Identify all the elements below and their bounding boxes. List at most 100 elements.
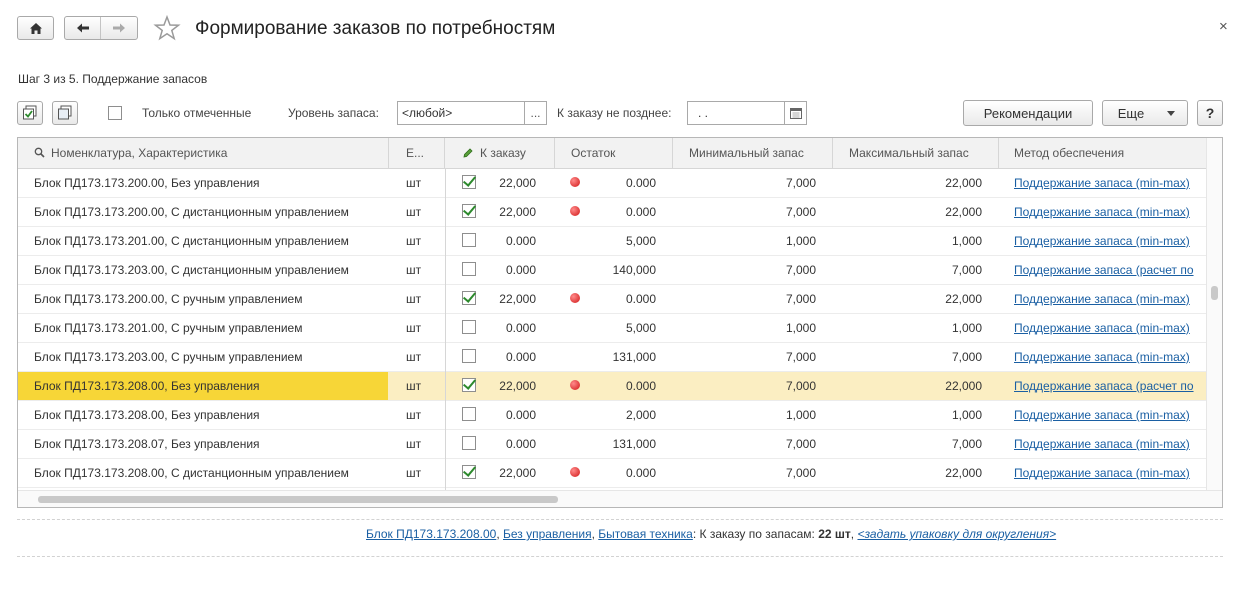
table-row[interactable]: Блок ПД173.173.208.07, Без управления шт 0…	[18, 430, 1206, 459]
column-header-remainder[interactable]: Остаток	[555, 138, 673, 168]
table-row[interactable]: Блок ПД173.173.203.00, С ручным управлен…	[18, 343, 1206, 372]
table-row[interactable]: Блок ПД173.173.201.00, С дистанционным у…	[18, 227, 1206, 256]
row-to-order[interactable]: 22,000	[482, 285, 536, 313]
row-to-order[interactable]: 0.000	[482, 314, 536, 342]
table-row[interactable]: Блок ПД173.173.208.00, С дистанционным у…	[18, 459, 1206, 488]
row-checkbox[interactable]	[462, 320, 476, 335]
horizontal-scroll-thumb[interactable]	[38, 496, 558, 503]
vertical-scroll-thumb[interactable]	[1211, 286, 1218, 300]
column-header-min-stock[interactable]: Минимальный запас	[673, 138, 833, 168]
column-header-unit[interactable]: Е...	[389, 138, 445, 168]
row-unit: шт	[406, 379, 422, 393]
row-checkbox[interactable]	[462, 465, 476, 480]
row-to-order[interactable]: 22,000	[482, 459, 536, 487]
row-checkbox-cell[interactable]	[462, 372, 482, 400]
row-max-stock: 22,000	[945, 176, 982, 190]
row-method-link[interactable]: Поддержание запаса (расчет по	[1014, 372, 1207, 400]
row-checkbox-cell[interactable]	[462, 343, 482, 371]
row-checkbox[interactable]	[462, 262, 476, 277]
row-method-link[interactable]: Поддержание запаса (расчет по	[1014, 256, 1207, 284]
row-method-link[interactable]: Поддержание запаса (min-max)	[1014, 285, 1207, 313]
help-button[interactable]: ?	[1197, 100, 1223, 126]
row-unit: шт	[406, 205, 422, 219]
row-checkbox-cell[interactable]	[462, 285, 482, 313]
needs-grid[interactable]: Номенклатура, Характеристика Е... К зака…	[17, 137, 1223, 508]
row-name: Блок ПД173.173.208.07, Без управления	[34, 437, 260, 451]
forward-button[interactable]	[101, 17, 137, 39]
row-checkbox[interactable]	[462, 407, 476, 422]
deadline-date-input[interactable]: . .	[687, 101, 785, 125]
row-to-order[interactable]: 22,000	[482, 372, 536, 400]
row-method-link[interactable]: Поддержание запаса (min-max)	[1014, 198, 1207, 226]
table-row[interactable]: Блок ПД173.173.203.00, С дистанционным у…	[18, 256, 1206, 285]
row-method-link[interactable]: Поддержание запаса (min-max)	[1014, 401, 1207, 429]
row-checkbox[interactable]	[462, 204, 476, 219]
calendar-button[interactable]	[785, 101, 807, 125]
row-checkbox[interactable]	[462, 436, 476, 451]
row-status-cell	[570, 169, 584, 197]
back-button[interactable]	[65, 17, 101, 39]
vertical-scrollbar[interactable]	[1206, 138, 1222, 490]
row-name: Блок ПД173.173.203.00, С дистанционным у…	[34, 263, 349, 277]
characteristic-link[interactable]: Без управления	[503, 527, 592, 541]
column-header-max-stock[interactable]: Максимальный запас	[833, 138, 999, 168]
row-status-cell	[570, 314, 584, 342]
row-checkbox-cell[interactable]	[462, 169, 482, 197]
table-row[interactable]: Блок ПД173.173.201.00, С ручным управлен…	[18, 314, 1206, 343]
row-checkbox[interactable]	[462, 291, 476, 306]
row-status-cell	[570, 227, 584, 255]
row-checkbox[interactable]	[462, 175, 476, 190]
stock-level-input[interactable]: <любой>	[397, 101, 525, 125]
row-checkbox-cell[interactable]	[462, 314, 482, 342]
row-checkbox-cell[interactable]	[462, 198, 482, 226]
uncheck-all-button[interactable]	[52, 101, 78, 125]
row-to-order[interactable]: 0.000	[482, 343, 536, 371]
star-icon[interactable]	[153, 14, 181, 42]
row-method-link[interactable]: Поддержание запаса (min-max)	[1014, 459, 1207, 487]
stock-level-select-button[interactable]: ...	[525, 101, 547, 125]
horizontal-scrollbar[interactable]	[18, 490, 1222, 507]
group-link[interactable]: Бытовая техника	[598, 527, 693, 541]
row-method-link[interactable]: Поддержание запаса (min-max)	[1014, 314, 1207, 342]
row-method-link[interactable]: Поддержание запаса (min-max)	[1014, 169, 1207, 197]
close-icon[interactable]: ×	[1219, 18, 1228, 35]
row-checkbox-cell[interactable]	[462, 401, 482, 429]
row-remainder: 0.000	[625, 205, 656, 219]
set-packaging-link[interactable]: <задать упаковку для округления>	[857, 527, 1056, 541]
row-to-order[interactable]: 22,000	[482, 198, 536, 226]
table-row[interactable]: Блок ПД173.173.208.00, Без управления шт 0…	[18, 401, 1206, 430]
row-to-order[interactable]: 0.000	[482, 256, 536, 284]
table-row[interactable]: Блок ПД173.173.200.00, С ручным управлен…	[18, 285, 1206, 314]
more-button[interactable]: Еще	[1102, 100, 1188, 126]
row-remainder: 131,000	[612, 350, 656, 364]
row-to-order[interactable]: 0.000	[482, 227, 536, 255]
home-button[interactable]	[17, 16, 54, 40]
item-link[interactable]: Блок ПД173.173.208.00	[366, 527, 496, 541]
row-method-link[interactable]: Поддержание запаса (min-max)	[1014, 343, 1207, 371]
search-icon	[34, 147, 45, 158]
row-to-order[interactable]: 22,000	[482, 169, 536, 197]
row-to-order[interactable]: 0.000	[482, 430, 536, 458]
table-row[interactable]: Блок ПД173.173.200.00, Без управления шт 2…	[18, 169, 1206, 198]
recommendations-button[interactable]: Рекомендации	[963, 100, 1093, 126]
row-checkbox-cell[interactable]	[462, 256, 482, 284]
only-marked-checkbox[interactable]	[108, 106, 122, 120]
row-checkbox-cell[interactable]	[462, 459, 482, 487]
row-name: Блок ПД173.173.201.00, С ручным управлен…	[34, 321, 303, 335]
row-checkbox[interactable]	[462, 233, 476, 248]
row-checkbox-cell[interactable]	[462, 227, 482, 255]
row-checkbox-cell[interactable]	[462, 430, 482, 458]
row-to-order[interactable]: 0.000	[482, 401, 536, 429]
row-checkbox[interactable]	[462, 378, 476, 393]
pencil-icon	[463, 148, 473, 158]
table-row[interactable]: Блок ПД173.173.208.00, Без управления шт 2…	[18, 372, 1206, 401]
row-method-link[interactable]: Поддержание запаса (min-max)	[1014, 430, 1207, 458]
row-remainder: 2,000	[625, 408, 656, 422]
check-all-button[interactable]	[17, 101, 43, 125]
table-row[interactable]: Блок ПД173.173.200.00, С дистанционным у…	[18, 198, 1206, 227]
column-header-to-order[interactable]: К заказу	[445, 138, 555, 168]
row-checkbox[interactable]	[462, 349, 476, 364]
column-header-method[interactable]: Метод обеспечения	[999, 138, 1206, 168]
row-method-link[interactable]: Поддержание запаса (min-max)	[1014, 227, 1207, 255]
column-header-name[interactable]: Номенклатура, Характеристика	[18, 138, 389, 168]
